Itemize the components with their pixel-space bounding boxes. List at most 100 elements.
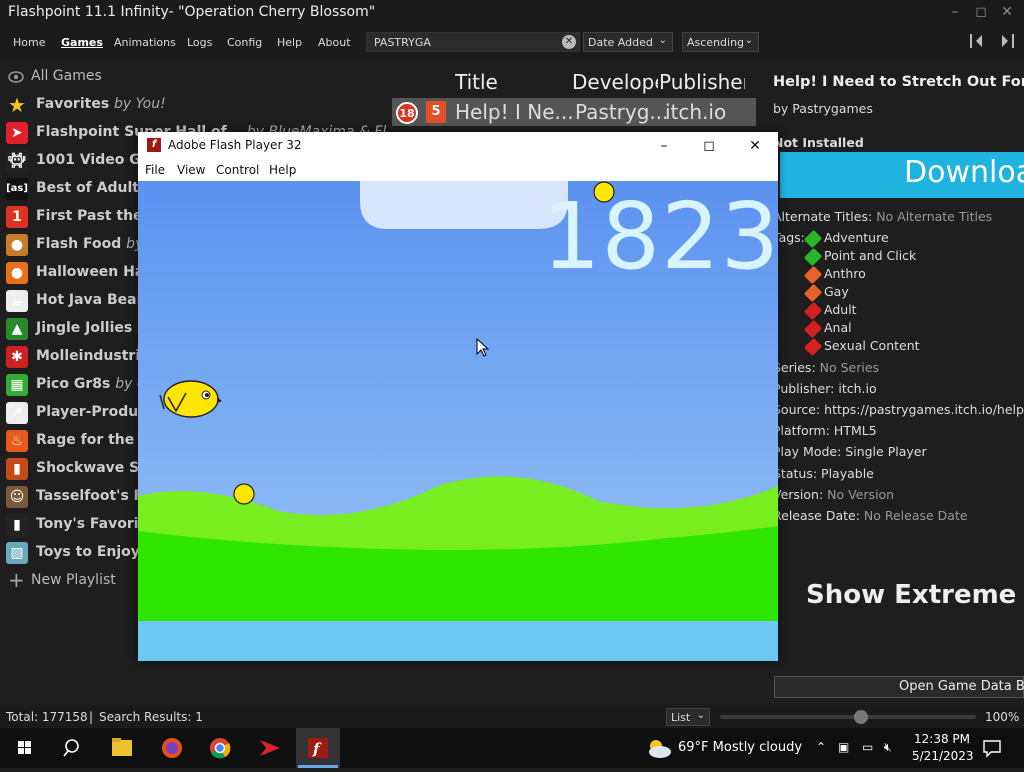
tag-label: Anal [824,320,852,335]
platform-value: HTML5 [833,423,877,438]
star-icon: ★ [8,93,26,117]
flash-maximize-button[interactable]: ◻ [699,136,719,156]
sort-order-select[interactable]: Ascending ⌄ [682,32,759,52]
weather-cloud-icon [649,740,671,758]
sidebar-playlist-item[interactable]: ★ Favorites by You! [6,90,386,118]
volume-muted-icon[interactable]: 🔇︎ [884,740,892,755]
flash-menu-view[interactable]: View [177,163,205,177]
firefox-button[interactable] [150,728,194,768]
search-results-count: Search Results: 1 [99,710,203,724]
version-value: No Version [827,487,895,502]
total-count: Total: 177158 [6,710,88,724]
display-icon[interactable]: ▭ [862,740,873,754]
publisher-label: Publisher: [773,381,835,396]
publisher-field: Publisher: itch.io [773,381,877,396]
tree-icon: ▲ [6,318,28,340]
menu-about[interactable]: About [318,36,351,49]
release-label: Release Date: [773,508,860,523]
series-label: Series: [773,360,816,375]
flashpoint-taskbar-button[interactable] [248,728,292,768]
minimize-button[interactable]: – [946,3,964,21]
flashpoint-icon: ➤ [6,122,28,144]
burger-icon: ● [6,234,28,256]
flash-player-icon: f [298,738,338,768]
status-label: Status: [773,466,818,481]
panel-toggle-icons[interactable] [968,32,1018,50]
menu-logs[interactable]: Logs [187,36,212,49]
flash-menu-file[interactable]: File [145,163,165,177]
release-value: No Release Date [863,508,968,523]
download-button[interactable]: Downloa [780,152,1024,198]
table-row[interactable]: 18 5 Help! I Ne... Pastryg... itch.io [392,98,756,126]
flash-close-button[interactable]: ✕ [745,136,765,156]
playlist-author: by You! [114,96,166,112]
start-button[interactable] [2,728,46,768]
install-status: Not Installed [773,135,864,150]
cup-icon: ☕︎ [6,290,28,312]
playlist-title: Toys to Enjoy [36,544,140,560]
column-header-publisher[interactable]: Publisher [659,70,745,94]
clock-date[interactable]: 5/21/2023 [912,749,974,763]
molle-icon: ✱ [6,346,28,368]
row-developer: Pastryg... [575,100,669,124]
flash-minimize-button[interactable]: – [654,136,674,156]
menu-games[interactable]: Games [61,36,103,49]
search-input[interactable]: PASTRYGA ✕ [366,32,580,52]
menu-help[interactable]: Help [277,36,302,49]
view-mode-select[interactable]: List ⌄ [666,708,710,726]
flash-menu-control[interactable]: Control [216,163,259,177]
row-title: Help! I Ne... [455,100,574,124]
source-field: Source: https://pastrygames.itch.io/help… [773,402,1024,417]
flash-menu-help[interactable]: Help [269,163,296,177]
windows-logo-icon [18,741,31,754]
weather-text[interactable]: 69°F Mostly cloudy [678,740,802,755]
chevron-down-icon: ⌄ [658,35,667,46]
flash-player-window[interactable]: f Adobe Flash Player 32 – ◻ ✕ File View … [138,132,778,661]
close-button[interactable]: ✕ [998,3,1016,21]
chrome-button[interactable] [198,728,242,768]
coin [233,483,255,505]
network-icon[interactable]: ▣ [838,740,849,754]
playlist-name: Favorites by You! [36,96,166,112]
eye-icon [8,71,24,83]
row-publisher: itch.io [665,100,727,124]
column-header-title[interactable]: Title [455,70,565,94]
chevron-down-icon: ⌄ [744,35,753,46]
series-value: No Series [819,360,880,375]
sidebar-item-all-games[interactable]: All Games [6,62,386,90]
column-header-developer[interactable]: Develope [572,70,658,94]
windows-taskbar: f 69°F Mostly cloudy ⌃ ▣ ▭ 🔇︎ 12:38 PM 5… [0,728,1024,768]
sort-field-select[interactable]: Date Added ⌄ [583,32,673,52]
platform-field: Platform: HTML5 [773,423,877,438]
platform-label: Platform: [773,423,830,438]
flash-player-taskbar-button[interactable]: f [296,728,340,768]
zoom-slider[interactable] [720,710,976,724]
clear-search-icon[interactable]: ✕ [562,35,576,49]
chevron-up-icon[interactable]: ⌃ [816,740,826,754]
download-label: Downloa [904,155,1024,190]
zoom-slider-thumb[interactable] [853,710,868,724]
alt-titles-label: Alternate Titles: [773,209,873,224]
blocks-icon: ▧ [6,542,28,564]
playlist-title: Pico Gr8s [36,376,111,392]
pico-icon: ▦ [6,374,28,396]
publisher-value: itch.io [838,381,877,396]
clock-time[interactable]: 12:38 PM [914,732,970,746]
notifications-icon[interactable] [982,738,1002,758]
search-taskbar-button[interactable] [50,728,94,768]
menu-animations[interactable]: Animations [114,36,176,49]
file-explorer-button[interactable] [100,728,144,768]
tag-label: Sexual Content [824,338,920,353]
status-field: Status: Playable [773,466,874,481]
maximize-button[interactable]: ◻ [972,3,990,21]
menu-home[interactable]: Home [13,36,45,49]
menu-config[interactable]: Config [227,36,262,49]
status-bar: Total: 177158 | Search Results: 1 List ⌄ … [0,706,1024,728]
tassel-icon: ☺ [6,486,28,508]
details-title: Help! I Need to Stretch Out For Va [773,74,1024,90]
show-extreme-button[interactable]: Show Extreme Sc [806,580,1024,610]
game-stage[interactable]: 1823 [138,181,778,661]
playmode-label: Play Mode: [773,444,842,459]
open-game-data-button[interactable]: Open Game Data Br [774,676,1024,698]
source-value[interactable]: https://pastrygames.itch.io/help-i-n [824,402,1024,417]
